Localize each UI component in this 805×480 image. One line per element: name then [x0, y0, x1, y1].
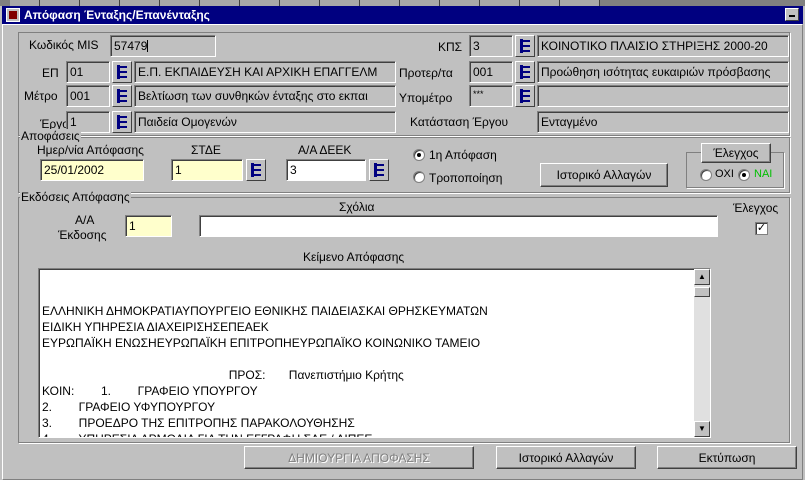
submeasure-lov-button[interactable]	[515, 85, 535, 107]
list-icon	[117, 65, 127, 79]
measure-code-field[interactable]: 001	[66, 85, 110, 107]
priority-code-field[interactable]: 001	[469, 61, 513, 83]
measure-lov-button[interactable]	[112, 85, 132, 107]
issue-aa-label-2: Έκδοσης	[58, 228, 107, 242]
mis-field[interactable]: 57479	[110, 35, 216, 57]
issue-check-checkbox[interactable]: ✓	[755, 222, 768, 235]
first-decision-label: 1η Απόφαση	[429, 148, 497, 162]
decisions-legend: Αποφάσεις	[20, 129, 81, 143]
minimize-button[interactable]	[785, 8, 799, 21]
mis-label: Κωδικός MIS	[29, 38, 99, 52]
kps-code-field[interactable]: 3	[469, 35, 513, 57]
window-titlebar[interactable]: Απόφαση Ένταξης/Επανένταξης	[2, 6, 803, 24]
decision-text-label: Κείμενο Απόφασης	[303, 250, 405, 264]
issue-aa-label: Α/Α	[75, 213, 95, 227]
project-lov-button[interactable]	[112, 111, 132, 133]
priority-lov-button[interactable]	[515, 61, 535, 83]
list-icon	[374, 163, 384, 177]
ep-lov-button[interactable]	[112, 61, 132, 83]
submeasure-label: Υπομέτρο	[399, 91, 453, 105]
comments-field[interactable]	[199, 215, 718, 237]
decision-date-field[interactable]: 25/01/2002	[40, 159, 144, 181]
issue-check-label: Έλεγχος	[733, 201, 779, 215]
measure-label: Μέτρο	[24, 89, 58, 103]
decision-text-line: ΕΙΔΙΚΗ ΥΠΗΡΕΣΙΑ ΔΙΑΧΕΙΡΙΣΗΣΕΠΕΑΕΚ	[42, 320, 269, 334]
decision-text-line: ΚΟΙΝ: 1. ΓΡΑΦΕΙΟ ΥΠΟΥΡΓΟΥ	[42, 384, 258, 398]
check-no-radio[interactable]	[700, 169, 712, 181]
status-field: Ενταγμένο	[537, 111, 789, 133]
list-icon	[520, 39, 530, 53]
decision-text-line: ΠΡΟΣ: Πανεπιστήμιο Κρήτης	[42, 368, 404, 382]
priority-desc-field[interactable]: Προώθηση ισότητας ευκαιριών πρόσβασης	[537, 61, 789, 83]
print-button[interactable]: Εκτύπωση	[657, 446, 797, 469]
check-button[interactable]: Έλεγχος	[701, 143, 771, 163]
status-label: Κατάσταση Έργου	[410, 115, 509, 129]
footer-history-button[interactable]: Ιστορικό Αλλαγών	[496, 446, 636, 469]
decision-text-line: ΕΥΡΩΠΑΪΚΗ ΕΝΩΣΗΕΥΡΩΠΑΪΚΗ ΕΠΙΤΡΟΠΗΕΥΡΩΠΑΪ…	[42, 336, 481, 350]
submeasure-code-field[interactable]: ***	[469, 85, 513, 107]
ep-desc-field[interactable]: Ε.Π. ΕΚΠΑΙΔΕΥΣΗ ΚΑΙ ΑΡΧΙΚΗ ΕΠΑΓΓΕΛΜ	[134, 61, 396, 83]
list-icon	[251, 163, 261, 177]
decision-text-area[interactable]: ΕΛΛΗΝΙΚΗ ΔΗΜΟΚΡΑΤΙΑΥΠΟΥΡΓΕΙΟ ΕΘΝΙΚΗΣ ΠΑΙ…	[38, 268, 711, 438]
check-no-label: ΟΧΙ	[715, 168, 734, 180]
vertical-scrollbar[interactable]: ▲ ▼	[694, 269, 710, 437]
measure-desc-field[interactable]: Βελτίωση των συνθηκών ένταξης στο εκπαι	[134, 85, 396, 107]
decision-text-line	[42, 287, 692, 303]
list-icon	[520, 65, 530, 79]
list-icon	[117, 89, 127, 103]
first-decision-radio[interactable]	[413, 149, 425, 161]
kps-label: ΚΠΣ	[438, 40, 463, 54]
scroll-thumb[interactable]	[694, 287, 710, 297]
stde-label: ΣΤΔΕ	[191, 143, 221, 157]
decision-text-line: 4. ΥΠΗΡΕΣΙΑ ΑΡΜΟΔΙΑ ΓΙΑ ΤΗΝ ΕΓΓΡΑΦΗ ΣΑΕ …	[42, 431, 692, 437]
scroll-down-icon[interactable]: ▼	[694, 421, 710, 437]
window-title: Απόφαση Ένταξης/Επανένταξης	[24, 8, 210, 22]
aa-deek-lov-button[interactable]	[369, 159, 389, 181]
decision-date-label: Ημερ/νία Απόφασης	[37, 143, 144, 157]
decision-text-body: ΕΛΛΗΝΙΚΗ ΔΗΜΟΚΡΑΤΙΑΥΠΟΥΡΓΕΙΟ ΕΘΝΙΚΗΣ ΠΑΙ…	[42, 287, 692, 437]
app-icon	[6, 8, 20, 22]
amendment-label: Τροποποίηση	[429, 171, 503, 185]
check-yes-label: ΝΑΙ	[754, 168, 773, 180]
check-yes-radio[interactable]	[738, 169, 750, 181]
decision-text-line	[42, 351, 692, 367]
list-icon	[520, 89, 530, 103]
issue-aa-field[interactable]: 1	[125, 215, 172, 237]
decision-text-line: 2. ΓΡΑΦΕΙΟ ΥΦΥΠΟΥΡΓΟΥ	[42, 400, 216, 414]
stde-lov-button[interactable]	[246, 159, 266, 181]
create-decision-button[interactable]: ΔΗΜΙΟΥΡΓΙΑ ΑΠΟΦΑΣΗΣ	[244, 446, 474, 469]
amendment-radio[interactable]	[413, 171, 425, 183]
kps-desc-field[interactable]: ΚΟΙΝΟΤΙΚΟ ΠΛΑΙΣΙΟ ΣΤΗΡΙΞΗΣ 2000-20	[537, 35, 789, 57]
decision-text-line: ΕΛΛΗΝΙΚΗ ΔΗΜΟΚΡΑΤΙΑΥΠΟΥΡΓΕΙΟ ΕΘΝΙΚΗΣ ΠΑΙ…	[42, 304, 488, 318]
decision-text-line: 3. ΠΡΟΕΔΡΟ ΤΗΣ ΕΠΙΤΡΟΠΗΣ ΠΑΡΑΚΟΛΟΥΘΗΣΗΣ	[42, 416, 355, 430]
submeasure-desc-field[interactable]	[537, 85, 789, 107]
aa-deek-label: Α/Α ΔΕΕΚ	[298, 143, 352, 157]
comments-label: Σχόλια	[339, 200, 375, 214]
list-icon	[117, 115, 127, 129]
ep-label: ΕΠ	[42, 66, 59, 80]
decisions-history-button[interactable]: Ιστορικό Αλλαγών	[540, 163, 668, 187]
aa-deek-field[interactable]: 3	[286, 159, 366, 181]
scroll-up-icon[interactable]: ▲	[694, 269, 710, 285]
ep-code-field[interactable]: 01	[66, 61, 110, 83]
kps-lov-button[interactable]	[515, 35, 535, 57]
project-desc-field[interactable]: Παιδεία Ομογενών	[134, 111, 396, 133]
stde-field[interactable]: 1	[171, 159, 243, 181]
priority-label: Προτερ/τα	[399, 66, 453, 80]
issues-legend: Εκδόσεις Απόφασης	[20, 190, 131, 204]
